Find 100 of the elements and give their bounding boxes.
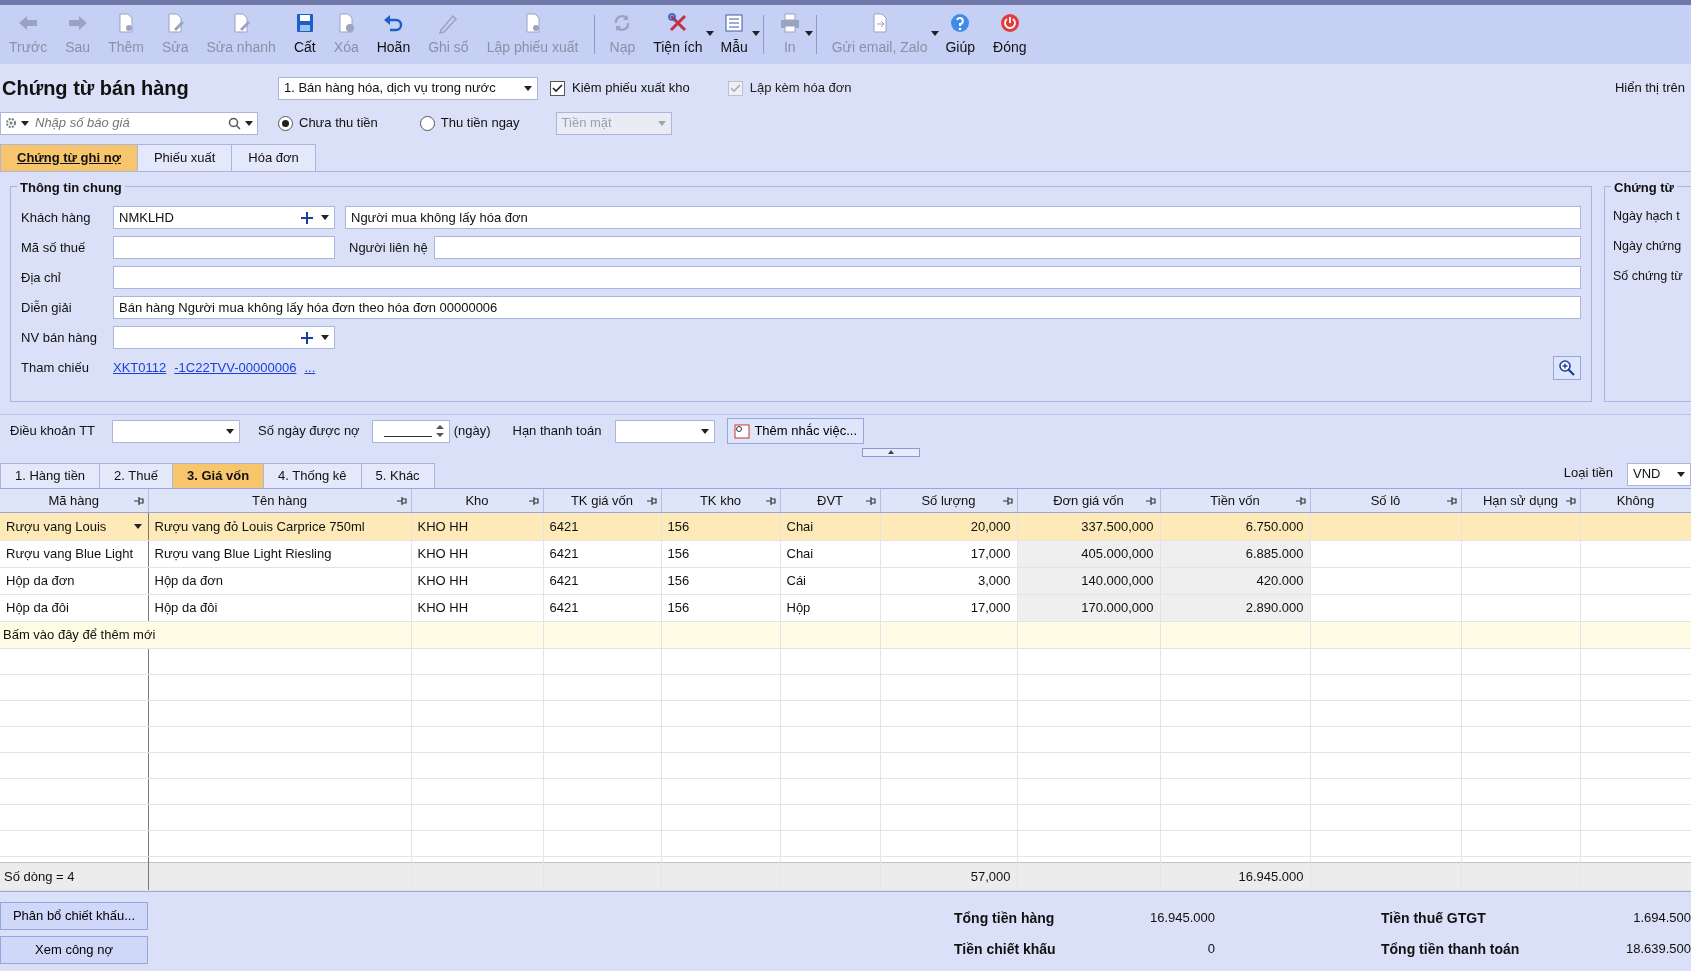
table-cell: 2.890.000 (1160, 594, 1310, 621)
table-cell: 170.000,000 (1017, 594, 1160, 621)
page-title: Chứng từ bán hàng (2, 76, 190, 101)
splitter-handle[interactable] (861, 447, 920, 457)
column-header[interactable]: Mã hàng (0, 488, 148, 513)
field-label: NV bán hàng (21, 328, 98, 347)
tab[interactable]: Phiếu xuất (136, 144, 233, 171)
field-label: Ngày chứng (1613, 237, 1683, 255)
power-icon (998, 11, 1021, 34)
tab[interactable]: Hóa đơn (231, 144, 316, 171)
tab[interactable]: 4. Thống kê (263, 463, 362, 488)
salesperson-field[interactable] (113, 326, 335, 349)
table-cell: Hộp da đơn (0, 567, 148, 594)
pin-icon (865, 495, 876, 506)
toolbar-button[interactable]: Mẫu (711, 5, 757, 64)
caret-icon (321, 215, 329, 220)
column-header[interactable]: TK kho (661, 488, 780, 513)
checkbox[interactable] (550, 80, 565, 96)
due-date-select[interactable] (615, 419, 716, 443)
tab[interactable]: 2. Thuế (99, 463, 173, 488)
field-label: Diễn giải (21, 298, 73, 317)
tab[interactable]: Chứng từ ghi nợ (0, 144, 138, 171)
field-label: Khách hàng (21, 208, 92, 227)
toolbar-button[interactable]: Đóng (984, 5, 1036, 64)
toolbar-button[interactable]: Tiện ích (644, 5, 712, 64)
table-cell: 337.500,000 (1017, 513, 1160, 540)
toolbar-button[interactable]: Cất (284, 5, 325, 64)
zoom-in-button[interactable] (1553, 355, 1581, 380)
tax-code-field[interactable] (113, 236, 335, 259)
column-header[interactable]: Số lượng (880, 488, 1017, 513)
caret-icon (1677, 471, 1685, 477)
customer-code-field[interactable]: NMKLHD (113, 206, 335, 229)
total-label: Tổng tiền thanh toán (1381, 940, 1521, 959)
radio-button[interactable] (278, 115, 293, 131)
tab[interactable]: 3. Giá vốn (171, 463, 265, 488)
checkbox-label: Kiêm phiếu xuất kho (572, 79, 690, 98)
search-icon (228, 116, 241, 130)
reminder-button[interactable]: Thêm nhắc việc... (727, 418, 864, 444)
contact-field[interactable] (433, 236, 1581, 259)
pin-icon (396, 495, 407, 506)
voucher-type-select[interactable]: 1. Bán hàng hóa, dịch vụ trong nước (278, 76, 538, 100)
column-header[interactable]: Tiền vốn (1160, 488, 1310, 513)
reference-link[interactable]: XKT0112 (113, 357, 167, 378)
table-cell: KHO HH (411, 567, 543, 594)
column-header[interactable]: ĐVT (780, 488, 880, 513)
radio-button[interactable] (419, 115, 435, 131)
table-cell: Rượu vang đỏ Louis Carprice 750ml (148, 513, 411, 540)
caret-icon (226, 428, 234, 434)
pin-icon (528, 495, 539, 506)
summary-cell: 57,000 (880, 862, 1017, 891)
tab[interactable]: 1. Hàng tiền (0, 463, 101, 488)
toolbar-button[interactable]: Hoãn (367, 5, 420, 64)
column-header[interactable]: Không (1580, 488, 1691, 513)
total-value: 18.639.500 (1624, 940, 1691, 958)
row-count: Số dòng = 4 (0, 862, 148, 891)
action-button[interactable]: Xem công nợ (0, 936, 148, 964)
table-cell: Hộp (780, 594, 880, 621)
table-cell: 3,000 (880, 567, 1017, 594)
column-header[interactable]: Số lô (1310, 488, 1461, 513)
field-label: Người liên hệ (349, 238, 428, 257)
quote-search-field[interactable]: Nhập số báo giá (33, 112, 224, 134)
template-icon (723, 11, 746, 34)
description-field[interactable]: Bán hàng Người mua không lấy hóa đơn theo hóa đơn 00000006 (113, 296, 1581, 319)
display-option-label: Hiển thị trên (1614, 79, 1685, 98)
unit-label: (ngày) (453, 422, 491, 441)
customer-name-field[interactable]: Người mua không lấy hóa đơn (345, 206, 1581, 229)
credit-days-spinner[interactable] (371, 419, 450, 443)
field-label: Hạn thanh toán (512, 422, 602, 441)
search-box[interactable]: Nhập số báo giá (0, 111, 258, 135)
tab[interactable]: 5. Khác (360, 463, 435, 488)
payment-terms-select[interactable] (112, 419, 240, 443)
table-cell: 17,000 (880, 594, 1017, 621)
column-header[interactable]: Đơn giá vốn (1017, 488, 1160, 513)
reference-link[interactable]: ... (304, 357, 316, 378)
table-cell: 420.000 (1160, 567, 1310, 594)
column-header[interactable]: Tên hàng (148, 488, 411, 513)
table-cell: 6421 (543, 567, 661, 594)
currency-select[interactable]: VND (1627, 462, 1691, 486)
column-header[interactable]: Kho (411, 488, 543, 513)
pin-icon (1002, 495, 1013, 506)
address-field[interactable] (113, 266, 1581, 289)
help-icon (949, 11, 972, 34)
table-cell: Rượu vang Blue Light Riesling (148, 540, 411, 567)
pin-icon (1446, 495, 1457, 506)
summary-cell: 16.945.000 (1160, 862, 1310, 891)
toolbar-button[interactable]: Giúp (936, 5, 985, 64)
total-label: Tiền thuế GTGT (1381, 909, 1487, 928)
field-label: Số chứng từ (1613, 267, 1684, 285)
field-label: Mã số thuế (21, 238, 87, 257)
reference-link[interactable]: -1C22TVV-00000006 (174, 357, 297, 378)
action-button[interactable]: Phân bổ chiết khấu... (0, 902, 148, 930)
caret-icon (931, 31, 940, 36)
table-cell: Chai (780, 540, 880, 567)
table-cell: Rượu vang Blue Light (0, 540, 148, 567)
caret-icon (321, 335, 329, 340)
caret-icon (751, 31, 760, 36)
field-label: Ngày hạch t (1613, 207, 1681, 225)
table-cell: 6421 (543, 594, 661, 621)
column-header[interactable]: Hạn sử dụng (1461, 488, 1580, 513)
column-header[interactable]: TK giá vốn (543, 488, 661, 513)
